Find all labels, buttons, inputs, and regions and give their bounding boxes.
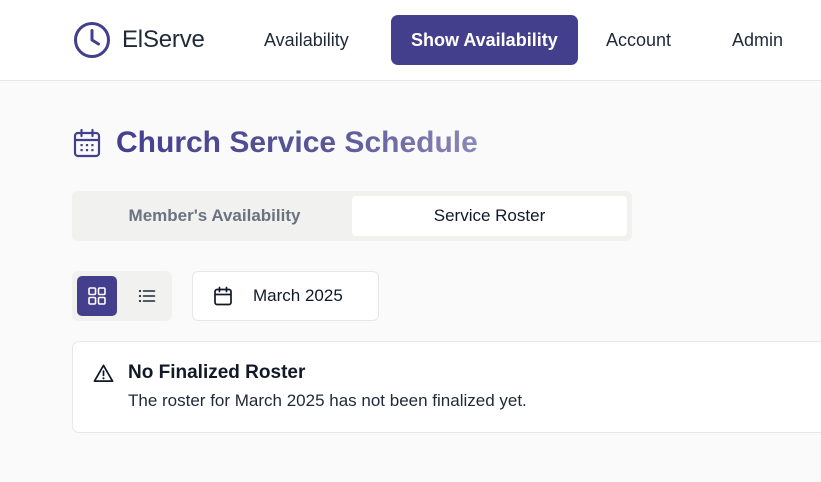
- month-picker[interactable]: March 2025: [192, 271, 379, 321]
- schedule-tabs: Member's Availability Service Roster: [72, 191, 632, 241]
- month-picker-value: March 2025: [253, 286, 343, 305]
- view-toggle: [72, 271, 172, 321]
- tab-service-roster[interactable]: Service Roster: [352, 196, 627, 236]
- calendar-icon: [214, 286, 232, 306]
- list-view-icon: [138, 289, 156, 303]
- alert-message: The roster for March 2025 has not been f…: [128, 391, 527, 410]
- nav-account[interactable]: Account: [606, 15, 671, 65]
- tab-members-availability[interactable]: Member's Availability: [77, 196, 352, 236]
- grid-view-icon: [88, 287, 106, 305]
- nav-show-availability[interactable]: Show Availability: [391, 15, 578, 65]
- brand-name: ElServe: [122, 26, 205, 53]
- nav-availability[interactable]: Availability: [264, 15, 349, 65]
- page-title: Church Service Schedule: [116, 126, 478, 159]
- brand[interactable]: ElServe: [73, 21, 205, 59]
- clock-icon: [74, 22, 110, 58]
- calendar-icon: [73, 128, 101, 158]
- grid-view-button[interactable]: [77, 276, 117, 316]
- warning-triangle-icon: [93, 364, 114, 382]
- no-roster-alert: No Finalized Roster The roster for March…: [72, 341, 821, 433]
- alert-title: No Finalized Roster: [128, 362, 306, 383]
- page-header: Church Service Schedule: [73, 125, 478, 161]
- top-navbar: ElServe Availability Show Availability A…: [0, 0, 821, 81]
- nav-admin[interactable]: Admin: [732, 15, 783, 65]
- list-view-button[interactable]: [127, 276, 167, 316]
